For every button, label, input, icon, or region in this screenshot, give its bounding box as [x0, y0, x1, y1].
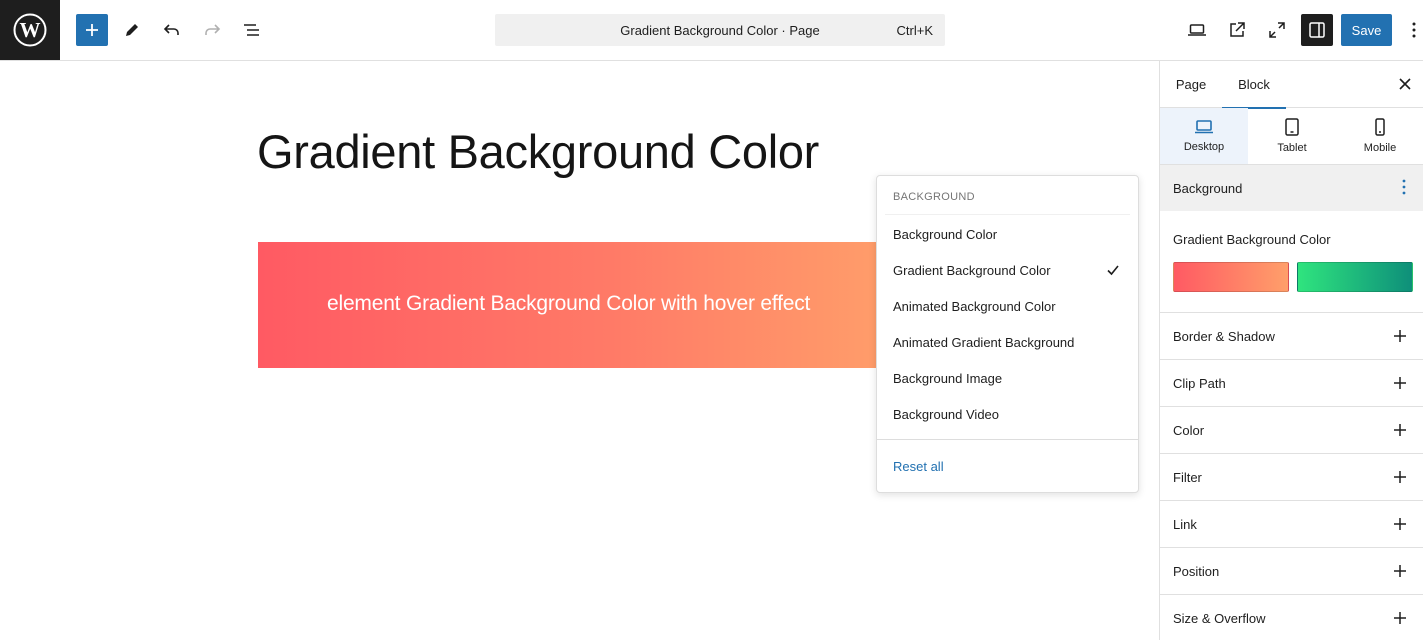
tab-page[interactable]: Page: [1160, 61, 1222, 108]
close-icon: [1399, 78, 1411, 90]
redo-button[interactable]: [196, 14, 228, 46]
menu-item-gradient-background-color[interactable]: Gradient Background Color: [877, 252, 1138, 288]
sidebar-tabs: Page Block: [1160, 61, 1423, 109]
command-shortcut: Ctrl+K: [896, 23, 933, 38]
list-view-icon: [244, 24, 259, 36]
external-link-icon: [1230, 22, 1245, 37]
panel-label: Filter: [1173, 470, 1202, 485]
fullscreen-button[interactable]: [1261, 14, 1293, 46]
panel-label: Border & Shadow: [1173, 329, 1275, 344]
background-options-button[interactable]: [1402, 179, 1406, 200]
settings-toggle-button[interactable]: [1301, 14, 1333, 46]
command-palette-bar[interactable]: Gradient Background Color · Page Ctrl+K: [495, 14, 945, 46]
close-sidebar-button[interactable]: [1398, 77, 1412, 96]
plus-icon: [1394, 565, 1406, 577]
panel-label: Color: [1173, 423, 1205, 438]
gradient-swatch-green[interactable]: [1297, 262, 1413, 292]
gradient-swatch-coral[interactable]: [1173, 262, 1289, 292]
background-options-menu: BACKGROUND Background Color Gradient Bac…: [876, 175, 1139, 493]
device-label: Tablet: [1277, 142, 1307, 154]
tab-mobile[interactable]: Mobile: [1336, 108, 1423, 164]
panel-border-shadow[interactable]: Border & Shadow: [1160, 312, 1423, 359]
menu-divider: [877, 439, 1138, 440]
menu-item-label: Animated Gradient Background: [893, 334, 1075, 350]
undo-icon: [163, 24, 179, 35]
panel-label: Size & Overflow: [1173, 611, 1266, 626]
tools-button[interactable]: [116, 14, 148, 46]
menu-item-label: Animated Background Color: [893, 298, 1056, 314]
device-tabs: Desktop Tablet Mobile: [1160, 108, 1423, 165]
laptop-icon: [1188, 24, 1206, 36]
gradient-background-label: Gradient Background Color: [1173, 232, 1331, 247]
gradient-background-block[interactable]: element Gradient Background Color with h…: [258, 242, 898, 368]
menu-item-background-video[interactable]: Background Video: [877, 396, 1138, 432]
panel-filter[interactable]: Filter: [1160, 453, 1423, 500]
more-vertical-icon: [1402, 179, 1406, 195]
plus-icon: [1394, 612, 1406, 624]
gradient-block-text[interactable]: element Gradient Background Color with h…: [327, 292, 810, 316]
document-overview-button[interactable]: [236, 14, 268, 46]
reset-all-button[interactable]: Reset all: [893, 459, 944, 474]
panel-label: Link: [1173, 517, 1197, 532]
menu-item-label: Background Color: [893, 226, 998, 242]
menu-divider: [885, 214, 1130, 215]
background-panel-header: Background: [1160, 165, 1423, 211]
editor-top-toolbar: W Gradient Background Color · Page Ctrl+…: [0, 0, 1423, 61]
menu-item-label: Background Video: [893, 406, 1000, 422]
desktop-icon: [1195, 120, 1213, 134]
panel-link[interactable]: Link: [1160, 500, 1423, 547]
plus-icon: [1394, 471, 1406, 483]
settings-sidebar: Page Block Desktop Tablet Mobile Backgro…: [1159, 61, 1423, 640]
tablet-icon: [1285, 118, 1299, 136]
post-title[interactable]: Gradient Background Color: [257, 124, 819, 179]
options-button[interactable]: [1406, 14, 1422, 46]
panel-clip-path[interactable]: Clip Path: [1160, 359, 1423, 406]
check-icon: [1107, 265, 1119, 276]
tab-tablet[interactable]: Tablet: [1248, 108, 1336, 164]
pencil-icon: [126, 24, 138, 36]
menu-item-label: Gradient Background Color: [893, 262, 1051, 278]
redo-icon: [205, 24, 221, 35]
document-title: Gradient Background Color · Page: [620, 23, 820, 38]
device-label: Mobile: [1363, 142, 1397, 154]
plus-icon: [1394, 377, 1406, 389]
menu-item-animated-background-color[interactable]: Animated Background Color: [877, 288, 1138, 324]
mobile-icon: [1375, 118, 1385, 136]
panel-color[interactable]: Color: [1160, 406, 1423, 453]
plus-icon: [86, 24, 98, 36]
wordpress-icon: W: [13, 13, 47, 47]
menu-item-background-image[interactable]: Background Image: [877, 360, 1138, 396]
panel-position[interactable]: Position: [1160, 547, 1423, 594]
panel-size-overflow[interactable]: Size & Overflow: [1160, 594, 1423, 640]
plus-icon: [1394, 518, 1406, 530]
panel-title: Background: [1173, 181, 1243, 196]
menu-heading: BACKGROUND: [893, 191, 975, 203]
view-page-button[interactable]: [1221, 14, 1253, 46]
tab-desktop[interactable]: Desktop: [1160, 108, 1248, 164]
undo-button[interactable]: [156, 14, 188, 46]
panel-label: Clip Path: [1173, 376, 1226, 391]
save-button[interactable]: Save: [1341, 14, 1392, 46]
menu-item-background-color[interactable]: Background Color: [877, 216, 1138, 252]
menu-item-animated-gradient-background[interactable]: Animated Gradient Background: [877, 324, 1138, 360]
plus-icon: [1394, 424, 1406, 436]
plus-icon: [1394, 330, 1406, 342]
more-vertical-icon: [1412, 22, 1416, 38]
tab-block[interactable]: Block: [1222, 61, 1286, 109]
add-block-button[interactable]: [76, 14, 108, 46]
device-label: Desktop: [1183, 141, 1225, 153]
panel-label: Position: [1173, 564, 1220, 579]
svg-text:W: W: [20, 18, 41, 42]
expand-icon: [1269, 22, 1285, 38]
sidebar-icon: [1309, 22, 1325, 38]
preview-button[interactable]: [1181, 14, 1213, 46]
menu-item-label: Background Image: [893, 370, 1003, 386]
wordpress-logo-button[interactable]: W: [0, 0, 60, 60]
